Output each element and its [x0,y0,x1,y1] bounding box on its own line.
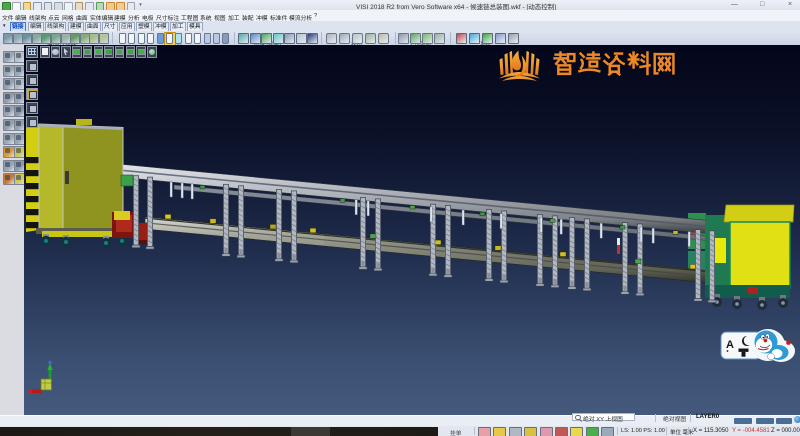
svg-text:A: A [726,339,734,351]
